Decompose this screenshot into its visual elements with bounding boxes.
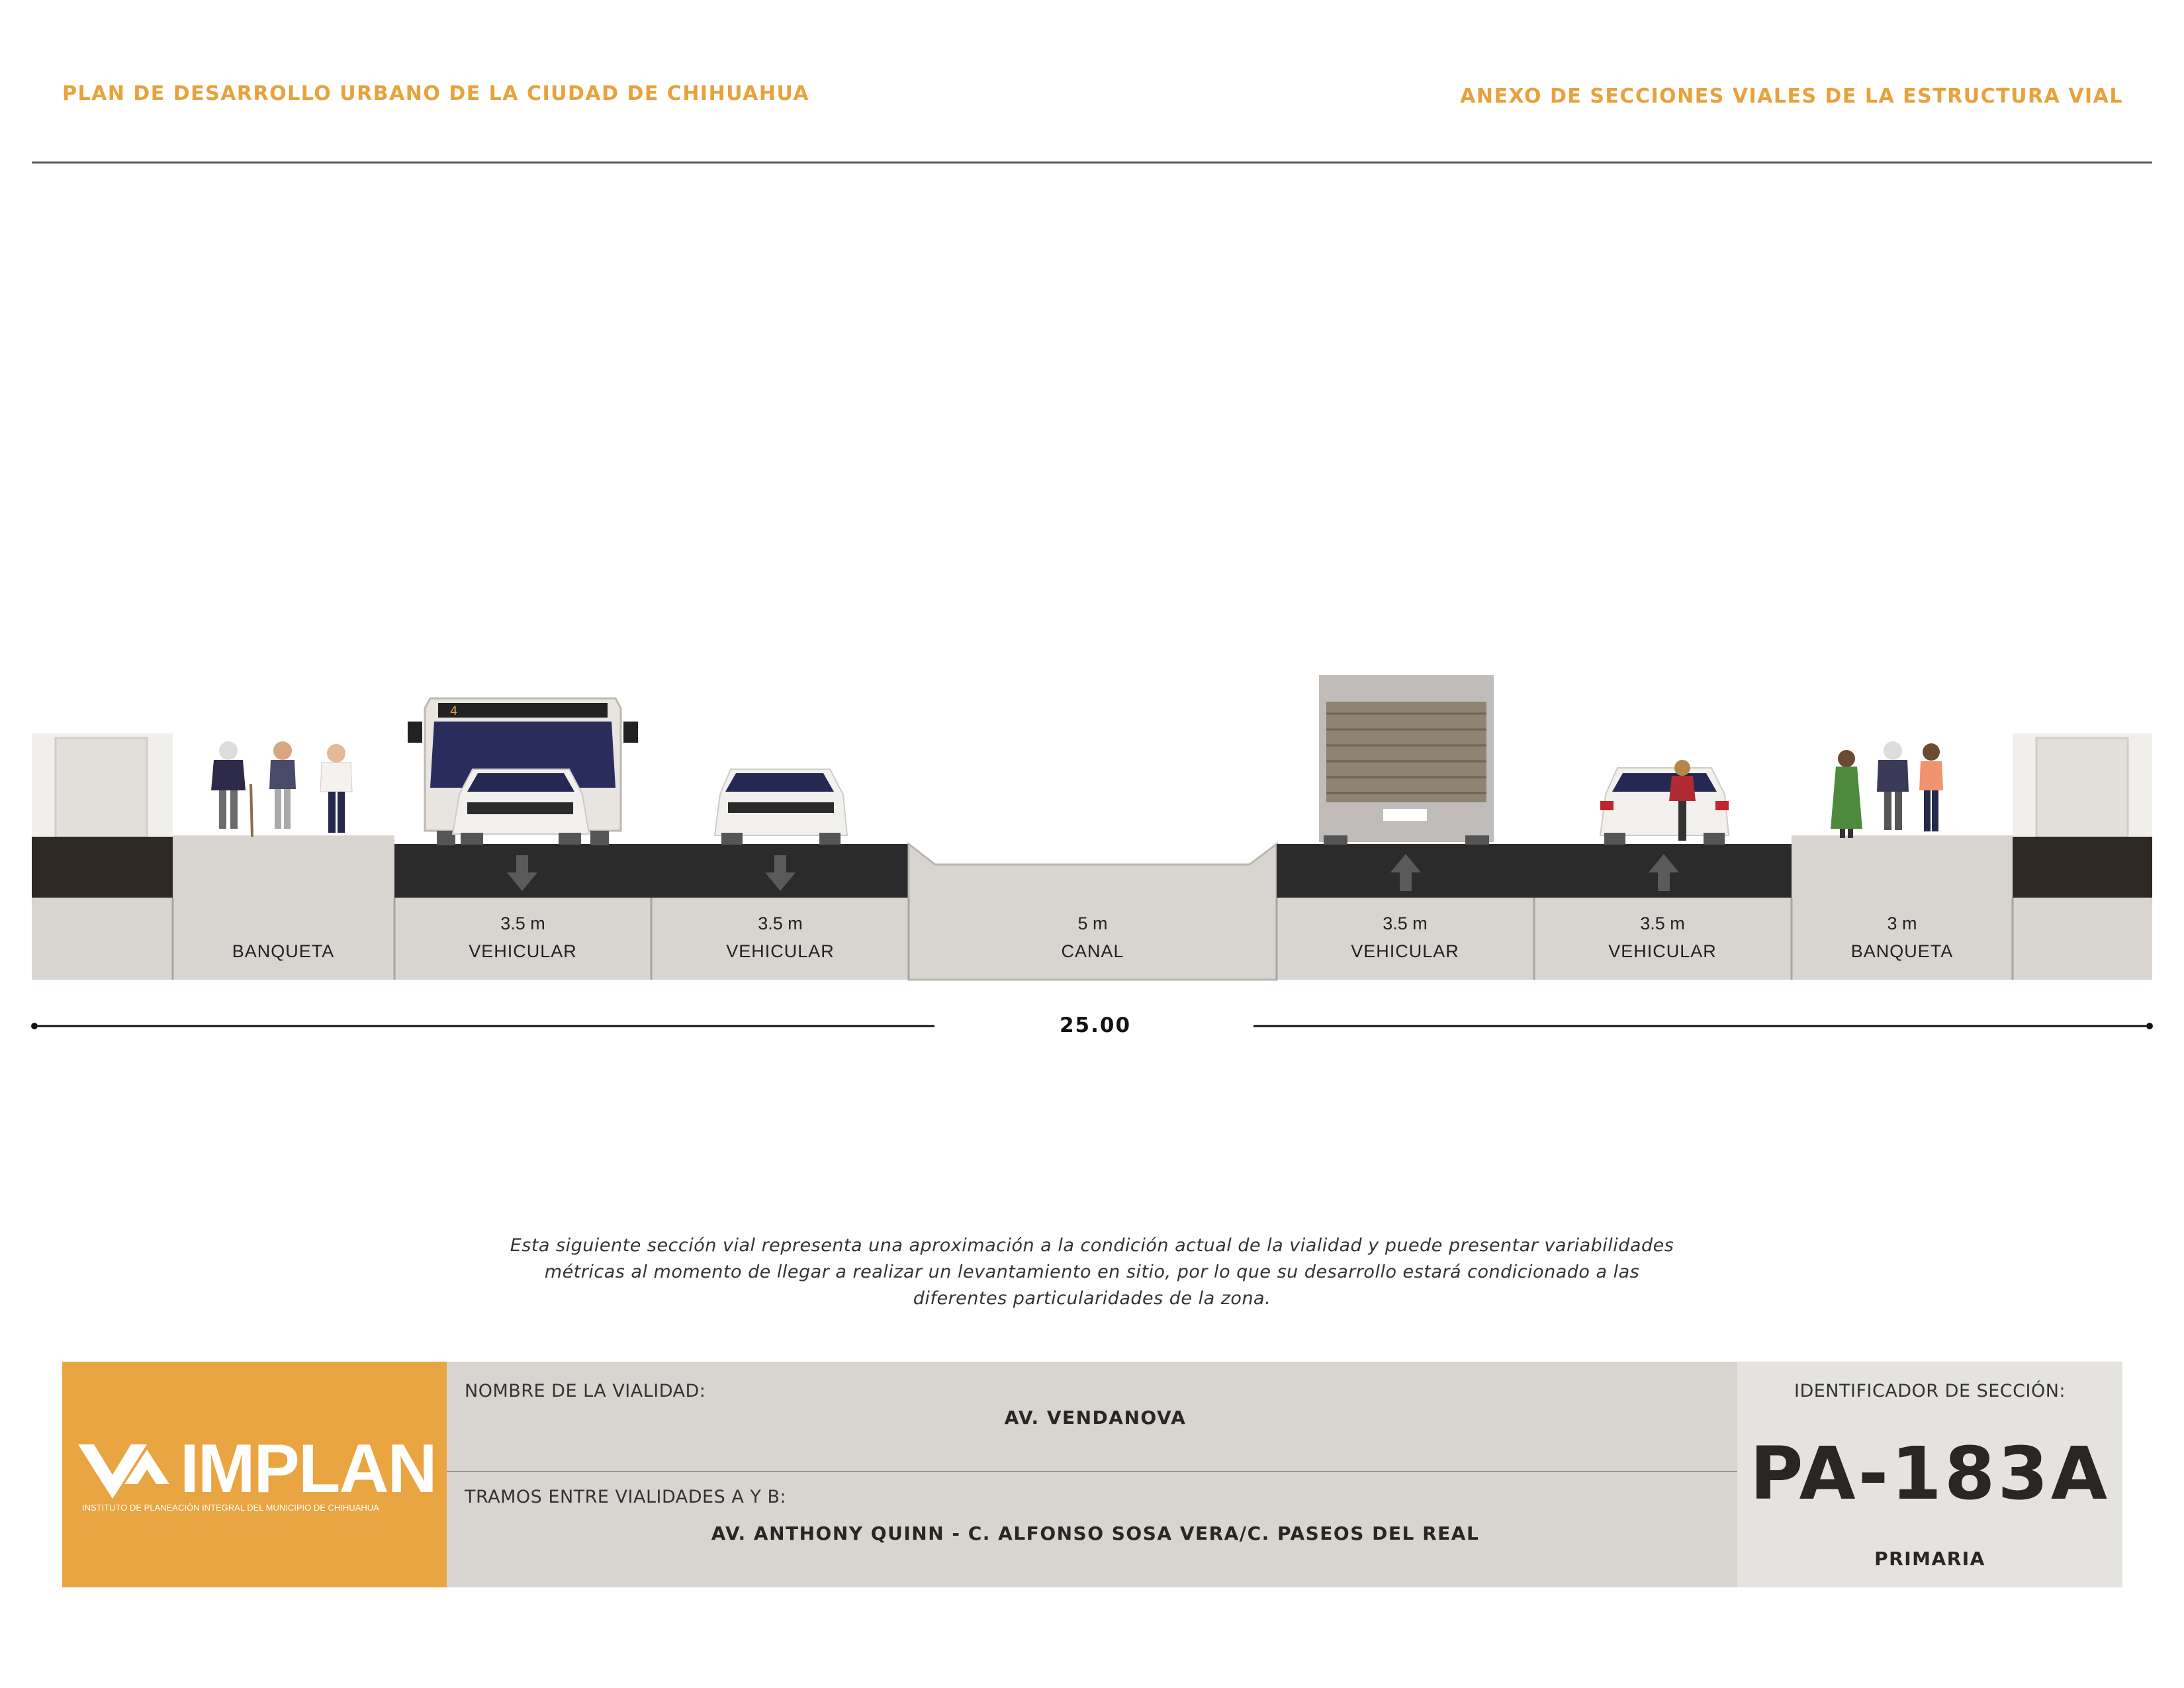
segment-name: CANAL	[1061, 941, 1124, 961]
implan-logo-subtitle: INSTITUTO DE PLANEACIÓN INTEGRAL DEL MUN…	[82, 1503, 379, 1513]
section-id-label: IDENTIFICADOR DE SECCIÓN:	[1794, 1381, 2066, 1401]
segment-label-banqueta-left: BANQUETA	[184, 914, 383, 962]
segment-width: 3.5 m	[1383, 914, 1428, 933]
disclaimer-note: Esta siguiente sección vial representa u…	[510, 1235, 1674, 1309]
bus-route-number: 4	[450, 704, 457, 718]
segments-value: AV. ANTHONY QUINN - C. ALFONSO SOSA VERA…	[711, 1523, 1480, 1544]
segment-label-canal: 5 m CANAL	[993, 914, 1192, 962]
road-cross-section: 4	[31, 675, 2153, 1029]
segment-width	[184, 914, 383, 936]
implan-logo-text: IMPLAN	[180, 1430, 437, 1507]
section-id-code: PA-183A	[1749, 1431, 2111, 1516]
segment-width: 3.5 m	[500, 914, 545, 933]
segment-name: VEHICULAR	[1351, 941, 1459, 961]
segment-name: BANQUETA	[232, 941, 335, 961]
segment-width: 5 m	[1077, 914, 1108, 933]
right-building	[2013, 733, 2152, 980]
segment-label-vehicular-4: 3.5 m VEHICULAR	[1563, 914, 1762, 962]
road-name: AV. VENDANOVA	[1004, 1407, 1187, 1429]
segment-name: VEHICULAR	[726, 941, 835, 961]
segment-label-vehicular-1: 3.5 m VEHICULAR	[424, 914, 622, 962]
truck	[1319, 675, 1494, 845]
segments-label: TRAMOS ENTRE VIALIDADES A Y B:	[465, 1487, 787, 1507]
pedestrians-right	[1831, 741, 1943, 838]
total-width: 25.00	[1059, 1013, 1132, 1037]
pedestrians-left	[211, 741, 353, 837]
segment-width: 3.5 m	[758, 914, 803, 933]
car-lane-4	[1599, 767, 1730, 845]
road-info-divider	[447, 1471, 1737, 1472]
segment-name: VEHICULAR	[1608, 941, 1717, 961]
car-lane-2	[713, 769, 848, 845]
segment-name: VEHICULAR	[469, 941, 577, 961]
section-category: PRIMARIA	[1874, 1548, 1985, 1570]
segment-label-vehicular-2: 3.5 m VEHICULAR	[681, 914, 880, 962]
left-building	[32, 733, 173, 980]
segment-width: 3.5 m	[1640, 914, 1685, 933]
car-front-bus	[451, 769, 590, 845]
road-name-label: NOMBRE DE LA VIALIDAD:	[465, 1381, 706, 1401]
right-carriageway	[1277, 844, 1792, 898]
segment-name: BANQUETA	[1850, 941, 1954, 961]
left-carriageway	[394, 844, 909, 898]
segment-width: 3 m	[1887, 914, 1917, 933]
implan-logo-mark-icon	[78, 1444, 169, 1499]
segment-label-banqueta-right: 3 m BANQUETA	[1803, 914, 2001, 962]
segment-label-vehicular-3: 3.5 m VEHICULAR	[1306, 914, 1504, 962]
